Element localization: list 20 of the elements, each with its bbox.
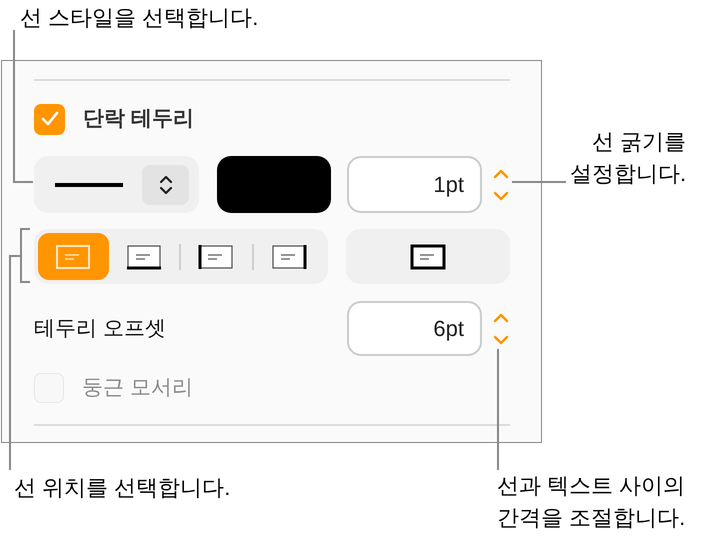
checkbox-label: 둥근 모서리 — [82, 375, 193, 402]
border-position-icon — [410, 244, 446, 270]
width-field[interactable]: 1pt — [347, 156, 482, 213]
checkmark-icon — [40, 111, 58, 127]
callout-text: 선 스타일을 선택합니다. — [20, 4, 258, 32]
callout-text: 선 위치를 선택합니다. — [14, 474, 230, 502]
offset-label: 테두리 오프셋 — [34, 316, 166, 342]
color-well[interactable] — [217, 156, 331, 213]
border-position-icon — [198, 244, 234, 270]
callout-text: 선과 텍스트 사이의 간격을 조절합니다. — [497, 472, 686, 532]
callout-text: 선 굵기를 설정합니다. — [570, 128, 686, 188]
checkbox-label: 단락 테두리 — [83, 106, 194, 132]
line-style-selector[interactable] — [34, 156, 199, 213]
border-position-icon — [126, 244, 162, 270]
offset-field[interactable]: 6pt — [347, 301, 482, 356]
popup-arrows-icon — [142, 164, 189, 204]
border-position-icon — [271, 244, 308, 270]
border-position-icon — [55, 244, 92, 270]
border-outline-button[interactable] — [346, 229, 510, 284]
checkbox[interactable] — [34, 104, 65, 134]
